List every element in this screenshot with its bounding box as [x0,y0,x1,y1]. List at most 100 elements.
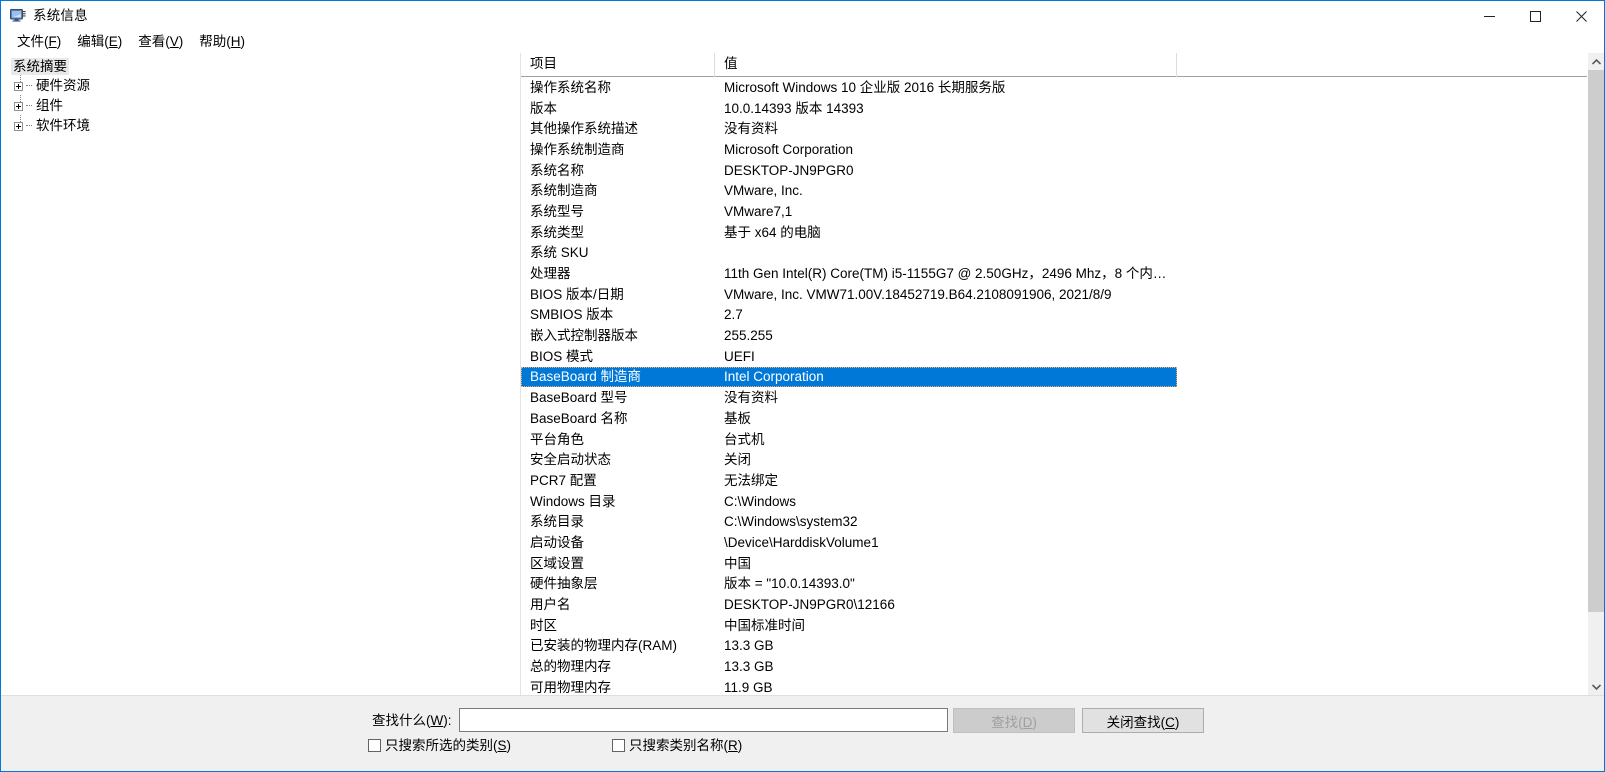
cell-value: VMware, Inc. [724,183,803,199]
table-row[interactable]: 版本 10.0.14393 版本 14393 [521,98,1603,119]
cell-value: 基于 x64 的电脑 [724,224,821,240]
table-row[interactable]: 操作系统制造商 Microsoft Corporation [521,139,1603,160]
table-row[interactable]: 可用物理内存 11.9 GB [521,677,1603,695]
table-row[interactable]: PCR7 配置 无法绑定 [521,470,1603,491]
checkbox-search-category-names[interactable]: 只搜索类别名称(R) [612,737,742,754]
cell-item: 其他操作系统描述 [530,121,638,137]
column-header-extra[interactable] [1177,53,1603,77]
table-row[interactable]: BaseBoard 名称 基板 [521,408,1603,429]
close-find-button[interactable]: 关闭查找(C) [1082,708,1204,733]
minimize-button[interactable] [1466,1,1512,31]
menu-edit-label: 编辑 [77,34,105,49]
cell-item: 时区 [530,617,557,633]
tree-item-hardware-resources-label: 硬件资源 [36,78,90,93]
table-row[interactable]: 处理器 11th Gen Intel(R) Core(TM) i5-1155G7 … [521,263,1603,284]
table-row[interactable]: BIOS 版本/日期 VMware, Inc. VMW71.00V.1845271… [521,284,1603,305]
menu-edit-accel: E [108,34,118,49]
find-button-label: 查找 [991,714,1019,730]
cell-value: 台式机 [724,431,765,447]
table-row[interactable]: 硬件抽象层 版本 = "10.0.14393.0" [521,574,1603,595]
tree-connector [26,125,32,127]
cell-value: 无法绑定 [724,472,778,488]
find-button[interactable]: 查找(D) [953,708,1075,733]
cell-value: 11.9 GB [724,679,773,695]
menu-file[interactable]: 文件(F) [9,32,69,52]
table-row[interactable]: 总的物理内存 13.3 GB [521,656,1603,677]
cell-item: Windows 目录 [530,493,616,509]
category-tree[interactable]: 系统摘要 硬件资源 组件 软件环境 [1,53,521,695]
cell-item: BIOS 模式 [530,348,594,364]
tree-item-software-environment[interactable]: 软件环境 [1,115,520,136]
window-title: 系统信息 [33,8,88,23]
table-row[interactable]: 系统 SKU [521,243,1603,264]
title-bar[interactable]: 系统信息 [1,1,1604,31]
table-row[interactable]: 操作系统名称 Microsoft Windows 10 企业版 2016 长期服务… [521,77,1603,98]
vertical-scrollbar[interactable] [1587,53,1604,695]
cell-item: 系统型号 [530,203,584,219]
table-row[interactable]: BaseBoard 制造商 Intel Corporation [521,366,1177,388]
table-row[interactable]: 系统类型 基于 x64 的电脑 [521,222,1603,243]
cell-item: 系统类型 [530,224,584,240]
tree-item-system-summary[interactable]: 系统摘要 [1,57,520,76]
cell-value: 基板 [724,410,751,426]
find-label-text: 查找什么 [372,713,426,728]
menu-view-accel: V [169,34,179,49]
table-row[interactable]: 系统型号 VMware7,1 [521,201,1603,222]
expand-icon[interactable] [14,121,23,131]
scroll-down-button[interactable] [1588,678,1604,695]
cell-item: PCR7 配置 [530,472,597,488]
cell-value: 2.7 [724,307,743,323]
menu-help[interactable]: 帮助(H) [191,32,253,52]
cell-value: C:\Windows\system32 [724,514,858,530]
table-row[interactable]: 系统目录 C:\Windows\system32 [521,511,1603,532]
cell-item: 系统目录 [530,514,584,530]
tree-connector [26,85,32,87]
expand-icon[interactable] [14,81,23,91]
table-row[interactable]: 已安装的物理内存(RAM) 13.3 GB [521,636,1603,657]
tree-item-components[interactable]: 组件 [1,95,520,116]
checkbox-label-text: 只搜索类别名称 [629,738,724,753]
column-header-item[interactable]: 项目 [521,53,715,77]
table-row[interactable]: 安全启动状态 关闭 [521,449,1603,470]
table-row[interactable]: 用户名 DESKTOP-JN9PGR0\12166 [521,594,1603,615]
checkbox-box[interactable] [368,739,381,752]
find-bar: 查找什么(W): 查找(D) 关闭查找(C) 只搜索所选的类别(S) 只搜索类别… [1,695,1604,771]
cell-value: 11th Gen Intel(R) Core(TM) i5-1155G7 @ 2… [724,266,1177,282]
table-row[interactable]: SMBIOS 版本 2.7 [521,305,1603,326]
find-input[interactable] [459,708,948,732]
menu-view[interactable]: 查看(V) [130,32,191,52]
table-row[interactable]: 嵌入式控制器版本 255.255 [521,325,1603,346]
tree-item-software-environment-label: 软件环境 [36,118,90,133]
expand-icon[interactable] [14,101,23,111]
table-row[interactable]: 区域设置 中国 [521,553,1603,574]
table-row[interactable]: 平台角色 台式机 [521,429,1603,450]
table-row[interactable]: 其他操作系统描述 没有资料 [521,118,1603,139]
cell-value: 关闭 [724,452,751,468]
column-header-value[interactable]: 值 [715,53,1177,77]
checkbox-search-category-names-label: 只搜索类别名称(R) [629,738,743,753]
cell-value: 13.3 GB [724,659,774,675]
cell-item: 可用物理内存 [530,679,611,695]
checkbox-search-selected-category[interactable]: 只搜索所选的类别(S) [368,737,511,754]
tree-item-hardware-resources[interactable]: 硬件资源 [1,75,520,96]
table-row[interactable]: Windows 目录 C:\Windows [521,491,1603,512]
table-row[interactable]: BaseBoard 型号 没有资料 [521,387,1603,408]
close-button[interactable] [1558,1,1604,31]
maximize-button[interactable] [1512,1,1558,31]
checkbox-box[interactable] [612,739,625,752]
table-row[interactable]: 系统制造商 VMware, Inc. [521,180,1603,201]
table-row[interactable]: 启动设备 \Device\HarddiskVolume1 [521,532,1603,553]
cell-value: DESKTOP-JN9PGR0 [724,162,854,178]
chevron-up-icon [1592,58,1601,65]
table-row[interactable]: BIOS 模式 UEFI [521,346,1603,367]
cell-item: 版本 [530,100,557,116]
cell-value: C:\Windows [724,493,797,509]
close-find-button-accel: C [1165,714,1175,730]
menu-edit[interactable]: 编辑(E) [69,32,130,52]
close-icon [1575,10,1587,22]
checkbox-accel: S [497,738,507,753]
table-row[interactable]: 时区 中国标准时间 [521,615,1603,636]
scrollbar-thumb[interactable] [1588,70,1604,612]
scroll-up-button[interactable] [1588,53,1604,70]
table-row[interactable]: 系统名称 DESKTOP-JN9PGR0 [521,160,1603,181]
